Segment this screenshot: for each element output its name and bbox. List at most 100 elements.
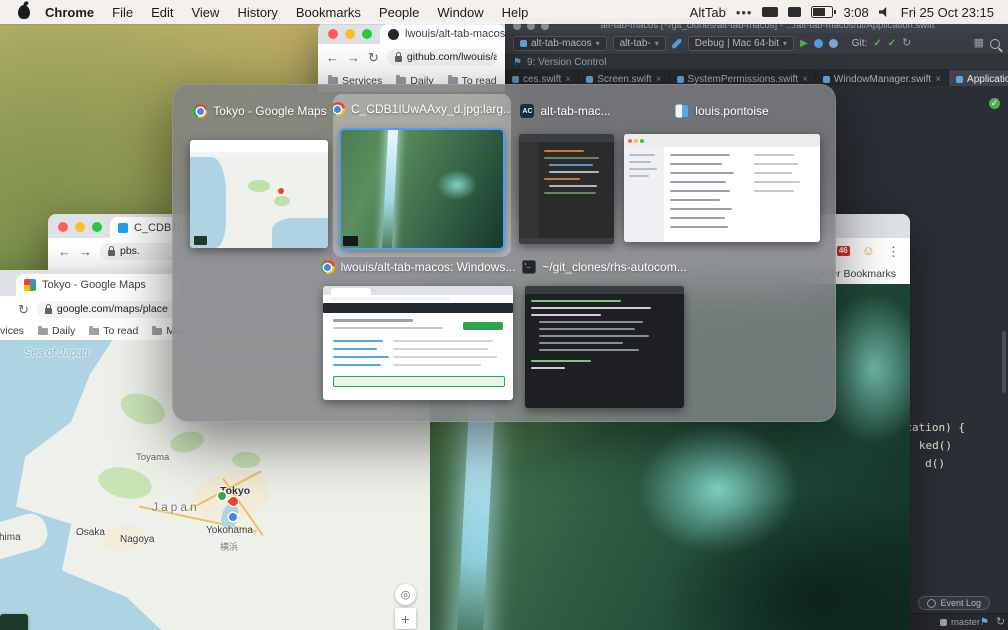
alttab-thumbnail-image[interactable]	[339, 128, 505, 250]
menu-file[interactable]: File	[103, 5, 142, 20]
menu-view[interactable]: View	[182, 5, 228, 20]
bookmark-item[interactable]: Daily	[37, 325, 75, 337]
coverage-button[interactable]	[828, 39, 838, 48]
status-refresh-icon[interactable]	[996, 617, 1005, 628]
alttab-switcher-overlay: Tokyo - Google Maps C_CDB1IUwAAxy_d.jpg:…	[172, 84, 836, 422]
event-log-button[interactable]: Event Log	[918, 596, 990, 610]
edit-config-icon[interactable]	[671, 38, 682, 49]
battery-time[interactable]: 3:08	[843, 5, 868, 20]
minimize-button[interactable]	[345, 29, 355, 39]
forward-button[interactable]	[347, 51, 360, 64]
run-button[interactable]	[800, 38, 808, 49]
thumb-decor	[670, 226, 728, 228]
alttab-item-finder[interactable]: louis.pontoise	[620, 98, 824, 252]
close-tab-icon[interactable]	[656, 74, 662, 85]
status-flag-icon[interactable]	[980, 617, 989, 628]
thumb-decor	[531, 360, 591, 362]
folder-icon	[328, 75, 338, 84]
menu-extra-icon-2[interactable]	[788, 7, 802, 17]
menu-app-name[interactable]: Chrome	[36, 5, 103, 20]
close-tab-icon[interactable]	[802, 74, 808, 85]
alttab-thumbnail-maps[interactable]	[190, 140, 328, 248]
run-config-selector[interactable]: Debug | Mac 64-bit	[687, 36, 795, 51]
map-pin-blue[interactable]	[229, 513, 237, 521]
alttab-dots[interactable]: •••	[736, 5, 753, 20]
appcode-toolbar: alt-tab-macos alt-tab- Debug | Mac 64-bi…	[505, 33, 1008, 55]
alttab-thumbnail-github[interactable]	[323, 286, 513, 400]
thumb-decor	[754, 172, 792, 174]
alttab-thumbnail-finder[interactable]	[624, 134, 820, 242]
thumb-decor	[629, 175, 649, 177]
menu-edit[interactable]: Edit	[142, 5, 182, 20]
terminal-app-icon	[522, 260, 537, 274]
close-button[interactable]	[58, 222, 68, 232]
search-everywhere-icon[interactable]	[990, 38, 1000, 49]
alttab-item-github[interactable]: lwouis/alt-tab-macos: Windows...	[319, 256, 517, 404]
event-log-icon	[927, 598, 937, 608]
reload-button[interactable]	[368, 51, 379, 64]
profile-avatar[interactable]	[862, 242, 875, 260]
chrome-github-window[interactable]: lwouis/alt-tab-macos: Wind github.com/lw…	[318, 22, 505, 92]
git-update-icon[interactable]	[873, 38, 881, 49]
github-favicon	[388, 28, 399, 40]
menu-bookmarks[interactable]: Bookmarks	[287, 5, 370, 20]
extension-badge[interactable]: 46	[836, 246, 850, 256]
menu-clock[interactable]: Fri 25 Oct 23:15	[901, 5, 994, 20]
alttab-item-terminal[interactable]: ~/git_clones/rhs-autocom...	[521, 256, 688, 410]
address-bar[interactable]: github.com/lwouis/a	[386, 48, 497, 66]
menu-help[interactable]: Help	[493, 5, 538, 20]
back-button[interactable]	[326, 51, 339, 64]
thumb-decor	[274, 196, 290, 206]
scheme-selector[interactable]: alt-tab-macos	[513, 36, 607, 51]
battery-icon[interactable]	[811, 6, 837, 18]
apple-menu-icon[interactable]	[18, 5, 30, 19]
map-pin-green[interactable]	[218, 492, 226, 500]
bookmark-item[interactable]: To read	[89, 325, 138, 337]
thumb-decor	[754, 154, 794, 156]
alttab-thumbnail-terminal[interactable]	[525, 286, 684, 408]
alttab-item-google-maps[interactable]: Tokyo - Google Maps	[186, 98, 334, 254]
zoom-button[interactable]	[362, 29, 372, 39]
close-tab-icon[interactable]	[565, 74, 571, 85]
tool-window-button[interactable]: 9: Version Control	[527, 57, 607, 68]
alttab-thumbnail-appcode[interactable]	[519, 134, 614, 244]
volume-icon[interactable]	[878, 7, 887, 17]
git-commit-icon[interactable]	[888, 38, 896, 49]
back-button[interactable]	[58, 245, 71, 258]
alttab-item-appcode[interactable]: AC alt-tab-mac...	[511, 98, 620, 254]
alttab-item-image-selected[interactable]: C_CDB1IUwAAxy_d.jpg:larg...	[333, 94, 511, 257]
zoom-button[interactable]	[92, 222, 102, 232]
minimize-button[interactable]	[75, 222, 85, 232]
scrollbar[interactable]	[1002, 331, 1006, 393]
chrome-menu-icon[interactable]	[887, 245, 900, 258]
git-branch-widget[interactable]: master	[940, 617, 980, 628]
bookmark-item[interactable]: vices	[0, 325, 24, 337]
menu-extra-icon-1[interactable]	[762, 7, 779, 17]
satellite-toggle-thumbnail[interactable]	[0, 614, 28, 630]
alttab-status-item[interactable]: AltTab	[690, 5, 726, 20]
vcs-refresh-icon[interactable]	[902, 38, 911, 49]
forward-button[interactable]	[79, 245, 92, 258]
target-selector[interactable]: alt-tab-	[612, 36, 666, 51]
map-label-yokohama-jp: 横浜	[220, 542, 239, 552]
close-button[interactable]	[328, 29, 338, 39]
thumb-decor	[333, 376, 505, 387]
reload-button[interactable]	[18, 303, 29, 316]
thumb-decor	[525, 286, 684, 294]
menu-people[interactable]: People	[370, 5, 428, 20]
chevron-down-icon	[655, 38, 659, 49]
debug-button[interactable]	[813, 39, 823, 48]
menu-history[interactable]: History	[228, 5, 286, 20]
thumb-decor	[333, 348, 377, 350]
map-label-toyama: Toyama	[136, 452, 170, 463]
menu-window[interactable]: Window	[428, 5, 492, 20]
zoom-in-button[interactable]: +	[395, 608, 416, 629]
close-tab-icon[interactable]	[935, 74, 941, 85]
tool-windows-icon[interactable]	[974, 38, 984, 49]
lock-icon	[394, 51, 402, 62]
my-location-button[interactable]	[395, 584, 416, 605]
browser-tab[interactable]: Tokyo - Google Maps	[16, 274, 180, 296]
map-label-osaka: Osaka	[76, 527, 105, 538]
code-line: ked()	[918, 439, 952, 452]
browser-tab[interactable]: lwouis/alt-tab-macos: Wind	[380, 24, 505, 44]
